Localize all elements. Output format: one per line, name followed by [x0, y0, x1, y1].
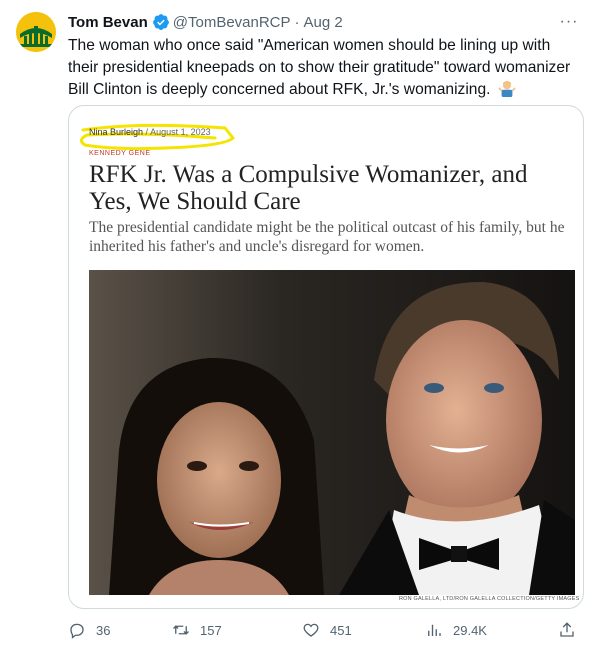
byline-separator: / [145, 127, 149, 137]
article-dek: The presidential candidate might be the … [89, 219, 565, 255]
article-photo [89, 270, 575, 595]
views-chart-icon [428, 624, 441, 636]
avatar[interactable] [16, 12, 56, 52]
author-handle[interactable]: @TomBevanRCP [173, 14, 291, 31]
retweet-button[interactable]: 157 [172, 618, 222, 642]
tweet-date[interactable]: Aug 2 [304, 14, 343, 31]
reply-icon [70, 623, 84, 639]
article-date: August 1, 2023 [150, 127, 211, 137]
tweet-body: The woman who once said "American women … [68, 37, 571, 98]
views-button[interactable]: 29.4K [425, 618, 487, 642]
article-author: Nina Burleigh [89, 127, 144, 137]
reply-button[interactable]: 36 [68, 618, 110, 642]
tweet-header: Tom Bevan @TomBevanRCP · Aug 2 [68, 12, 343, 32]
article-card[interactable]: Nina Burleigh / August 1, 2023 KENNEDY G… [68, 105, 584, 609]
article-byline: Nina Burleigh / August 1, 2023 [89, 127, 211, 137]
share-icon [560, 622, 574, 637]
article-headline: RFK Jr. Was a Compulsive Womanizer, and … [89, 161, 528, 215]
like-button[interactable]: 451 [302, 618, 352, 642]
retweet-icon [173, 625, 189, 635]
reply-count: 36 [96, 622, 111, 638]
tweet-actions: 36 157 451 29.4K [68, 618, 582, 642]
retweet-count: 157 [200, 622, 222, 638]
share-button[interactable] [558, 618, 586, 642]
more-options-icon[interactable]: ··· [554, 10, 584, 34]
man-shrugging-emoji-icon [498, 81, 516, 97]
photo-image [89, 270, 575, 595]
sonics-logo-icon [16, 12, 56, 52]
heart-icon [303, 623, 319, 637]
tweet-text: The woman who once said "American women … [68, 35, 580, 101]
author-name[interactable]: Tom Bevan [68, 14, 148, 31]
photo-credit: RON GALELLA, LTD/RON GALELLA COLLECTION/… [399, 596, 580, 602]
verified-badge-icon [152, 14, 169, 30]
like-count: 451 [330, 622, 352, 638]
separator: · [294, 13, 300, 31]
views-count: 29.4K [453, 622, 487, 638]
section-label: KENNEDY GENE [89, 150, 151, 157]
